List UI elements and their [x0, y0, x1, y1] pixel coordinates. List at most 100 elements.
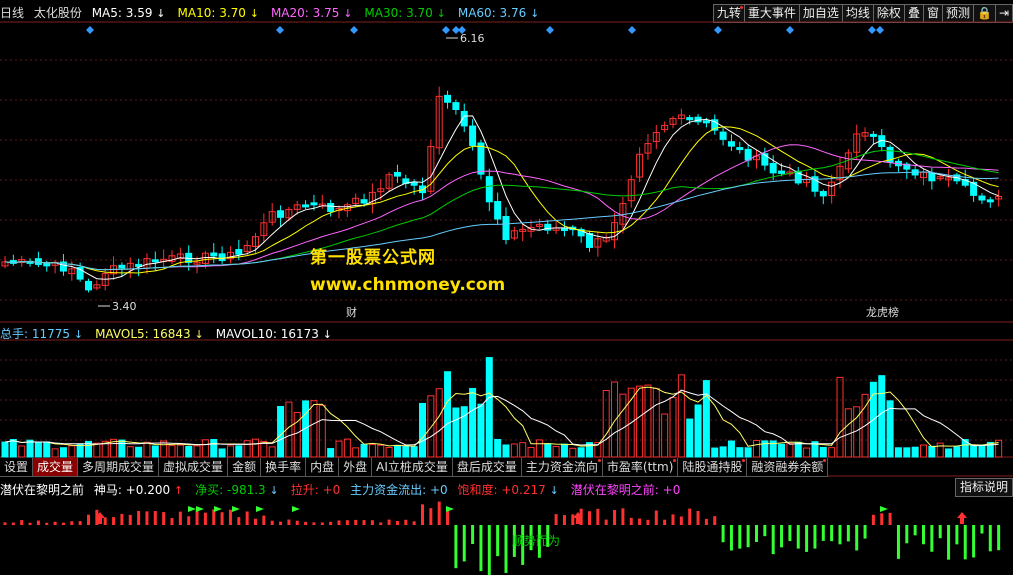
volume-bar — [677, 374, 685, 458]
signal-diamond — [868, 26, 876, 34]
indicator-bar — [621, 508, 625, 525]
indicator-bar — [504, 525, 508, 573]
volume-bar — [393, 444, 401, 458]
indicator-bar — [646, 519, 650, 525]
vol-item-0: 总手: 11775 ↓ — [0, 327, 84, 341]
volume-bar — [970, 444, 978, 458]
candle-body — [727, 141, 735, 147]
volume-bar — [385, 447, 393, 458]
ind-item-6: 潜伏在黎明之前: +0 — [570, 483, 681, 497]
volume-bar — [377, 444, 385, 458]
volume-bar — [201, 439, 209, 458]
indicator-bar — [370, 520, 374, 525]
candle-body — [360, 199, 368, 204]
volume-bar — [535, 439, 543, 458]
indicator-bar — [454, 525, 458, 569]
indicator-bar — [896, 525, 900, 559]
candle-body — [235, 249, 243, 255]
volume-bar — [268, 446, 276, 458]
indicator-bar — [997, 525, 1001, 551]
flag-icon — [188, 506, 196, 512]
signal-diamond — [442, 26, 450, 34]
indicator-bar — [337, 520, 341, 525]
candle-body — [151, 259, 159, 263]
volume-bar — [293, 411, 301, 458]
indicator-bar — [738, 525, 742, 549]
volume-bar — [978, 444, 986, 458]
volume-bar — [945, 448, 953, 458]
volume-bar — [68, 445, 76, 458]
candle-body — [986, 199, 994, 203]
volume-bar — [43, 441, 51, 458]
tab-11[interactable]: 市盈率(ttm) — [601, 458, 679, 477]
tab-13[interactable]: 融资融券余额 — [746, 458, 829, 477]
volume-bar — [151, 445, 159, 458]
ind-item-3: 拉升: +0 — [290, 483, 345, 497]
indicator-bar — [846, 525, 850, 542]
volume-bar — [235, 445, 243, 458]
volume-bar — [619, 393, 627, 458]
indicator-bar — [654, 510, 658, 525]
candle-body — [494, 201, 502, 220]
tab-0[interactable]: 设置 — [0, 458, 34, 477]
volume-bars — [1, 357, 1003, 458]
volume-bar — [226, 445, 234, 458]
tab-9[interactable]: 盘后成交量 — [451, 458, 522, 477]
tab-8[interactable]: AI立桩成交量 — [371, 458, 453, 477]
signal-diamond — [86, 26, 94, 34]
indicator-bar — [379, 522, 383, 525]
indicator-bar — [437, 501, 441, 525]
candlesticks — [1, 86, 1003, 293]
indicator-bar — [955, 525, 959, 545]
tab-2[interactable]: 多周期成交量 — [77, 458, 160, 477]
indicator-bar — [279, 521, 283, 525]
candle-body — [769, 162, 777, 174]
candle-body — [978, 195, 986, 201]
candle-body — [819, 191, 827, 197]
indicator-bar — [947, 525, 951, 560]
flag-icon — [196, 506, 204, 512]
tab-4[interactable]: 金额 — [227, 458, 262, 477]
indicator-bar — [404, 519, 408, 525]
tab-7[interactable]: 外盘 — [338, 458, 373, 477]
volume-bar — [51, 448, 59, 458]
volume-bar — [18, 445, 26, 458]
candle-body — [928, 172, 936, 182]
volume-bar — [252, 438, 259, 458]
volume-bar — [310, 400, 318, 458]
indicator-bar — [287, 519, 291, 525]
ind-item-2: 净买: -981.3 ↓ — [195, 483, 279, 497]
candle-body — [218, 253, 226, 262]
indicator-bar — [838, 525, 842, 545]
indicator-bar — [729, 525, 733, 551]
indicator-header: 潜伏在黎明之前 神马: +0.200 ↑ 净买: -981.3 ↓ 拉升: +0 主… — [0, 481, 686, 497]
volume-bar — [427, 395, 435, 458]
tab-10[interactable]: 主力资金流向 — [520, 458, 603, 477]
tab-6[interactable]: 内盘 — [305, 458, 340, 477]
tab-5[interactable]: 换手率 — [260, 458, 307, 477]
volume-bar — [243, 440, 251, 458]
tab-1[interactable]: 成交量 — [32, 458, 79, 477]
mavol-line-10 — [4, 389, 999, 447]
volume-bar — [527, 447, 535, 458]
candle-body — [560, 228, 568, 232]
volume-bar — [694, 404, 702, 458]
indicator-bar — [112, 517, 116, 525]
buy-arrow — [957, 512, 967, 524]
indicator-bar — [87, 514, 90, 525]
tab-3[interactable]: 虚拟成交量 — [158, 458, 229, 477]
watermark-title: 第一股票公式网 — [310, 248, 436, 268]
indicator-bar — [638, 518, 642, 525]
indicator-bar — [679, 516, 683, 525]
indicator-bar — [295, 520, 299, 525]
indicator-bar — [930, 525, 934, 552]
indicator-bar — [805, 525, 809, 552]
indicator-bars — [3, 501, 1001, 575]
indicator-bar — [972, 525, 976, 558]
indicator-bar — [980, 525, 984, 534]
flag-icon — [214, 506, 222, 512]
candle-body — [719, 131, 727, 140]
volume-bar — [135, 446, 143, 458]
indicator-help-button[interactable]: 指标说明 — [954, 478, 1013, 497]
tab-12[interactable]: 陆股通持股 — [677, 458, 748, 477]
